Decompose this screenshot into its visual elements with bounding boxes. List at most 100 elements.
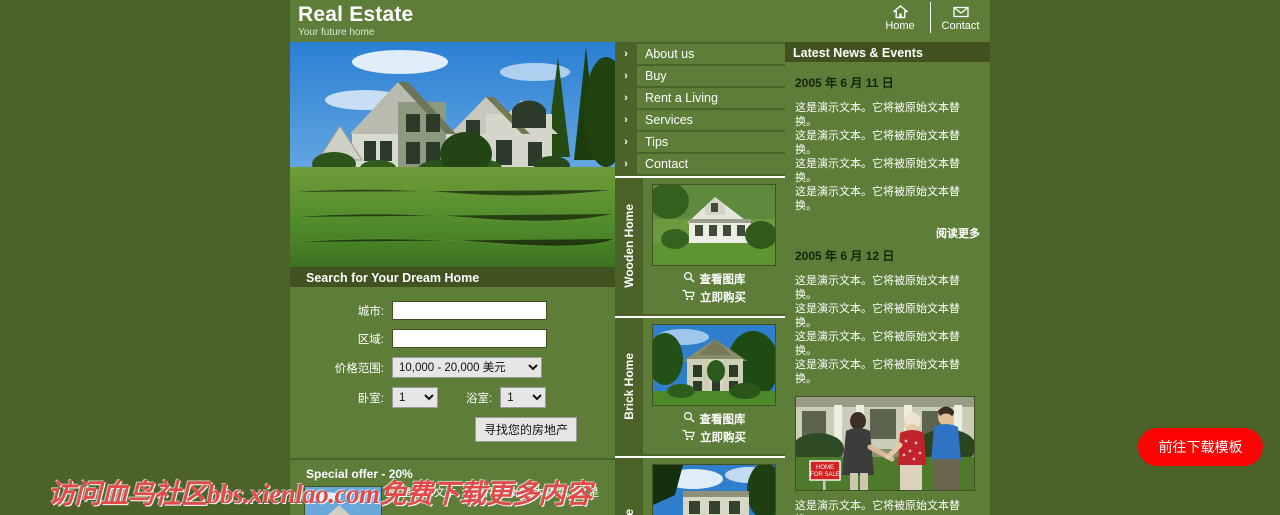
- view-gallery-label: 查看图库: [699, 413, 746, 426]
- home-icon: [870, 3, 930, 20]
- special-offer-body: 这是演示文本。它将被原始文本替换。这是: [290, 482, 615, 515]
- nav-item-label: About us: [645, 47, 695, 61]
- nav-contact[interactable]: Contact: [930, 2, 990, 33]
- left-column: Search for Your Dream Home 城市: 区域: 价格范围:…: [290, 42, 615, 515]
- nav-item-contact[interactable]: › Contact: [615, 154, 785, 174]
- svg-text:FOR SALE: FOR SALE: [810, 472, 840, 478]
- bedrooms-label: 卧室:: [357, 392, 384, 405]
- area-input[interactable]: [392, 329, 547, 348]
- news-text-line: 这是演示文本。它将被原始文本替换。: [795, 130, 960, 156]
- magnifier-icon: [683, 271, 695, 289]
- nav-item-rent-a-living[interactable]: › Rent a Living: [615, 88, 785, 108]
- special-offer-section: Special offer - 20% 这是演示文本。它将被原始文本替换。这是: [290, 458, 615, 515]
- bedrooms-select[interactable]: 1: [392, 387, 438, 408]
- chevron-right-icon: ›: [615, 110, 637, 130]
- news-text-line: 这是演示文本。它将被原始文本替换。: [795, 331, 960, 357]
- nav-item-label: Services: [645, 113, 693, 127]
- page-root: Real Estate Your future home Home Contac…: [0, 0, 1280, 515]
- news-body: 2005 年 6 月 11 日 这是演示文本。它将被原始文本替换。 这是演示文本…: [785, 64, 990, 515]
- listing-side-label: Wooden Home: [615, 178, 643, 314]
- news-item: 2005 年 6 月 11 日 这是演示文本。它将被原始文本替换。 这是演示文本…: [795, 74, 980, 241]
- listing-wooden-home[interactable]: Wooden Home 查看图库 立即购买: [615, 176, 785, 314]
- search-submit-button[interactable]: 寻找您的房地产: [474, 417, 577, 442]
- field-rooms-row: 卧室: 1 浴室: 1: [304, 387, 601, 408]
- search-panel-heading: Search for Your Dream Home: [290, 267, 615, 289]
- magnifier-icon: [683, 411, 695, 429]
- field-city-row: 城市:: [304, 301, 601, 320]
- search-form: 城市: 区域: 价格范围: 10,000 - 20,000 美元 卧室: 1 浴…: [290, 289, 615, 448]
- news-text-line: 这是演示文本。它将被原始文本替换。: [795, 158, 960, 184]
- cart-icon: [682, 289, 695, 307]
- listing-main: [643, 458, 785, 515]
- field-area-row: 区域:: [304, 329, 601, 348]
- view-gallery-label: 查看图库: [699, 273, 746, 286]
- nav-item-label: Tips: [645, 135, 669, 149]
- news-column: Latest News & Events 2005 年 6 月 11 日 这是演…: [785, 42, 990, 515]
- nav-item-buy[interactable]: › Buy: [615, 66, 785, 86]
- read-more-link[interactable]: 阅读更多: [795, 225, 980, 241]
- listing-name: Wooden Home: [622, 204, 636, 288]
- listing-main: 查看图库 立即购买: [643, 318, 785, 454]
- news-text-line: 这是演示文本。它将被原始文本替换。: [795, 500, 960, 515]
- brand: Real Estate Your future home: [298, 2, 413, 39]
- news-photo: HOME FOR SALE: [795, 396, 975, 491]
- buy-now-label: 立即购买: [700, 291, 746, 304]
- price-range-select[interactable]: 10,000 - 20,000 美元: [392, 357, 542, 378]
- city-input[interactable]: [392, 301, 547, 320]
- chevron-right-icon: ›: [615, 154, 637, 174]
- nav-item-label: Contact: [645, 157, 689, 171]
- news-text-line: 这是演示文本。它将被原始文本替换。: [795, 275, 960, 301]
- buy-now-label: 立即购买: [700, 431, 746, 444]
- hero-image: [290, 42, 615, 267]
- field-price-row: 价格范围: 10,000 - 20,000 美元: [304, 357, 601, 378]
- listing-side-label: Brick Home: [615, 318, 643, 454]
- main-nav: › About us › Buy › Rent a Living › Servi…: [615, 42, 785, 174]
- listing-links: 查看图库 立即购买: [649, 411, 779, 447]
- bathrooms-select[interactable]: 1: [500, 387, 547, 408]
- buy-now-link[interactable]: 立即购买: [649, 429, 779, 447]
- download-template-button[interactable]: 前往下载模板: [1138, 428, 1263, 466]
- listing-name: Brick Home: [622, 352, 636, 420]
- brand-tagline: Your future home: [298, 27, 375, 38]
- envelope-icon: [931, 3, 990, 20]
- special-offer-text: 这是演示文本。它将被原始文本替换。这是: [390, 487, 599, 499]
- listing-main: 查看图库 立即购买: [643, 178, 785, 314]
- view-gallery-link[interactable]: 查看图库: [649, 411, 779, 429]
- bathrooms-label: 浴室:: [466, 392, 493, 405]
- cart-icon: [682, 429, 695, 447]
- news-heading: Latest News & Events: [785, 42, 990, 64]
- listing-name: Home: [622, 509, 636, 515]
- news-date: 2005 年 6 月 12 日: [795, 249, 895, 263]
- nav-item-label: Rent a Living: [645, 91, 718, 105]
- listing-links: 查看图库 立即购买: [649, 271, 779, 307]
- brand-title: Real Estate: [298, 3, 414, 26]
- site-container: Real Estate Your future home Home Contac…: [290, 0, 990, 515]
- listing-photo: [652, 464, 776, 515]
- listing-side-label: Home: [615, 458, 643, 515]
- news-text-line: 这是演示文本。它将被原始文本替换。: [795, 359, 960, 385]
- nav-home-label: Home: [885, 20, 915, 32]
- view-gallery-link[interactable]: 查看图库: [649, 271, 779, 289]
- nav-item-tips[interactable]: › Tips: [615, 132, 785, 152]
- news-item: 这是演示文本。它将被原始文本替换。 这是演示文本。 阅读更多: [795, 499, 980, 515]
- chevron-right-icon: ›: [615, 132, 637, 152]
- nav-item-label: Buy: [645, 69, 667, 83]
- chevron-right-icon: ›: [615, 88, 637, 108]
- nav-item-services[interactable]: › Services: [615, 110, 785, 130]
- city-label: 城市:: [357, 305, 384, 318]
- special-offer-thumbnail: [304, 486, 382, 515]
- content-columns: Search for Your Dream Home 城市: 区域: 价格范围:…: [290, 42, 990, 515]
- listing-third-home[interactable]: Home: [615, 456, 785, 515]
- area-label: 区域:: [357, 333, 384, 346]
- chevron-right-icon: ›: [615, 44, 637, 64]
- news-item: 2005 年 6 月 12 日 这是演示文本。它将被原始文本替换。 这是演示文本…: [795, 247, 980, 491]
- buy-now-link[interactable]: 立即购买: [649, 289, 779, 307]
- news-text-line: 这是演示文本。它将被原始文本替换。: [795, 186, 960, 212]
- news-text-line: 这是演示文本。它将被原始文本替换。: [795, 303, 960, 329]
- nav-item-about-us[interactable]: › About us: [615, 44, 785, 64]
- listing-brick-home[interactable]: Brick Home 查看图库 立即购买: [615, 316, 785, 454]
- listing-photo: [652, 324, 776, 406]
- nav-home[interactable]: Home: [870, 2, 930, 33]
- header-nav: Home Contact: [870, 2, 990, 33]
- news-date: 2005 年 6 月 11 日: [795, 76, 894, 90]
